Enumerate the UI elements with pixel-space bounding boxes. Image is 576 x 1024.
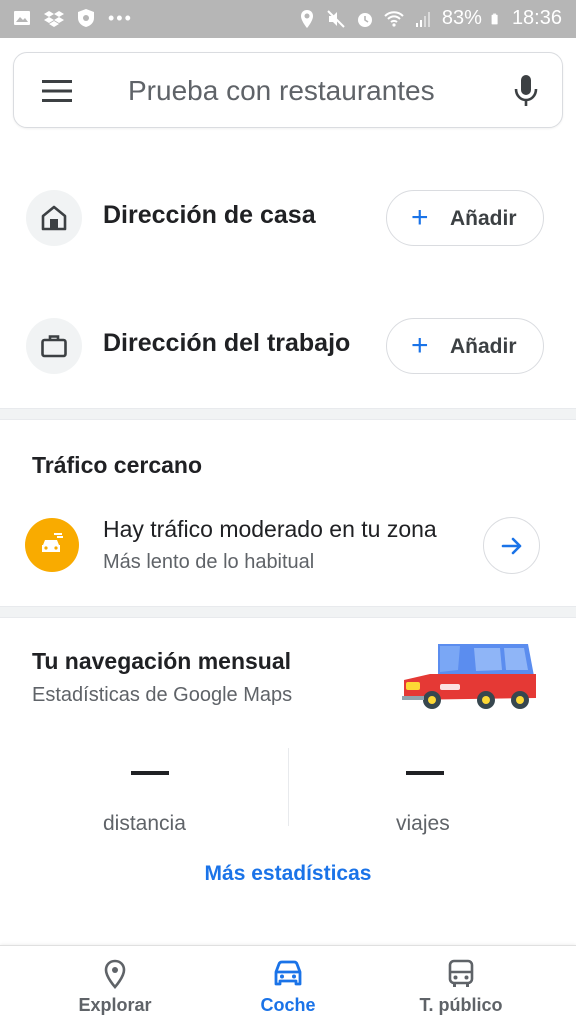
nav-explore-label: Explorar <box>78 995 152 1015</box>
add-work-button[interactable]: + Añadir <box>386 318 544 374</box>
home-address-row[interactable]: Dirección de casa + Añadir <box>0 163 576 273</box>
home-icon <box>41 205 67 231</box>
dropbox-icon <box>44 11 64 27</box>
gallery-icon <box>14 11 30 25</box>
monthly-title: Tu navegación mensual <box>32 648 292 674</box>
search-bar[interactable]: Prueba con restaurantes <box>13 52 563 128</box>
traffic-arrow-button[interactable] <box>483 517 540 574</box>
home-icon-circle <box>26 190 82 246</box>
trips-label: viajes <box>396 812 450 835</box>
mute-icon <box>327 9 345 28</box>
add-home-button-label: Añadir <box>450 207 517 230</box>
monthly-subtitle: Estadísticas de Google Maps <box>32 684 293 706</box>
work-icon-circle <box>26 318 82 374</box>
signal-icon <box>415 11 430 27</box>
location-icon <box>300 9 313 28</box>
mic-icon[interactable] <box>512 73 540 109</box>
trips-value <box>406 771 444 775</box>
arrow-right-icon <box>501 537 522 555</box>
section-divider <box>0 606 576 618</box>
distance-label: distancia <box>103 812 186 835</box>
nav-car-label: Coche <box>260 995 316 1015</box>
plus-icon: + <box>411 201 429 234</box>
more-stats-link[interactable]: Más estadísticas <box>0 862 576 886</box>
briefcase-icon <box>41 335 67 358</box>
add-work-button-label: Añadir <box>450 335 517 358</box>
work-address-row[interactable]: Dirección del trabajo + Añadir <box>0 291 576 401</box>
distance-value <box>131 771 169 775</box>
battery-icon <box>491 13 498 24</box>
car-icon <box>274 960 302 986</box>
search-input[interactable]: Prueba con restaurantes <box>128 75 435 107</box>
alarm-icon <box>357 12 372 27</box>
nav-explore[interactable]: Explorar <box>19 946 211 1024</box>
status-time: 18:36 <box>511 7 562 29</box>
bus-icon <box>448 959 474 987</box>
traffic-car-icon <box>42 533 63 552</box>
shield-icon <box>78 9 94 27</box>
nav-transit-label: T. público <box>419 995 503 1015</box>
add-home-button[interactable]: + Añadir <box>386 190 544 246</box>
bottom-navigation: Explorar Coche T. público <box>0 945 576 1024</box>
menu-icon[interactable] <box>40 77 74 105</box>
nav-car[interactable]: Coche <box>192 946 384 1024</box>
traffic-status[interactable]: Hay tráfico moderado en tu zona <box>103 516 437 543</box>
traffic-badge <box>25 518 79 572</box>
stats-separator <box>288 748 289 826</box>
location-pin-icon <box>104 959 126 989</box>
battery-percent: 83% <box>441 7 482 29</box>
more-dots-icon: ••• <box>108 8 133 28</box>
traffic-detail: Más lento de lo habitual <box>103 551 315 573</box>
car-illustration <box>402 644 536 709</box>
home-address-label: Dirección de casa <box>103 201 316 229</box>
wifi-icon <box>384 10 404 27</box>
plus-icon: + <box>411 329 429 362</box>
status-bar: ••• 83% 18:36 <box>0 0 576 38</box>
work-address-label: Dirección del trabajo <box>103 329 351 357</box>
traffic-section-title: Tráfico cercano <box>32 452 203 478</box>
nav-transit[interactable]: T. público <box>365 946 557 1024</box>
section-divider <box>0 408 576 420</box>
